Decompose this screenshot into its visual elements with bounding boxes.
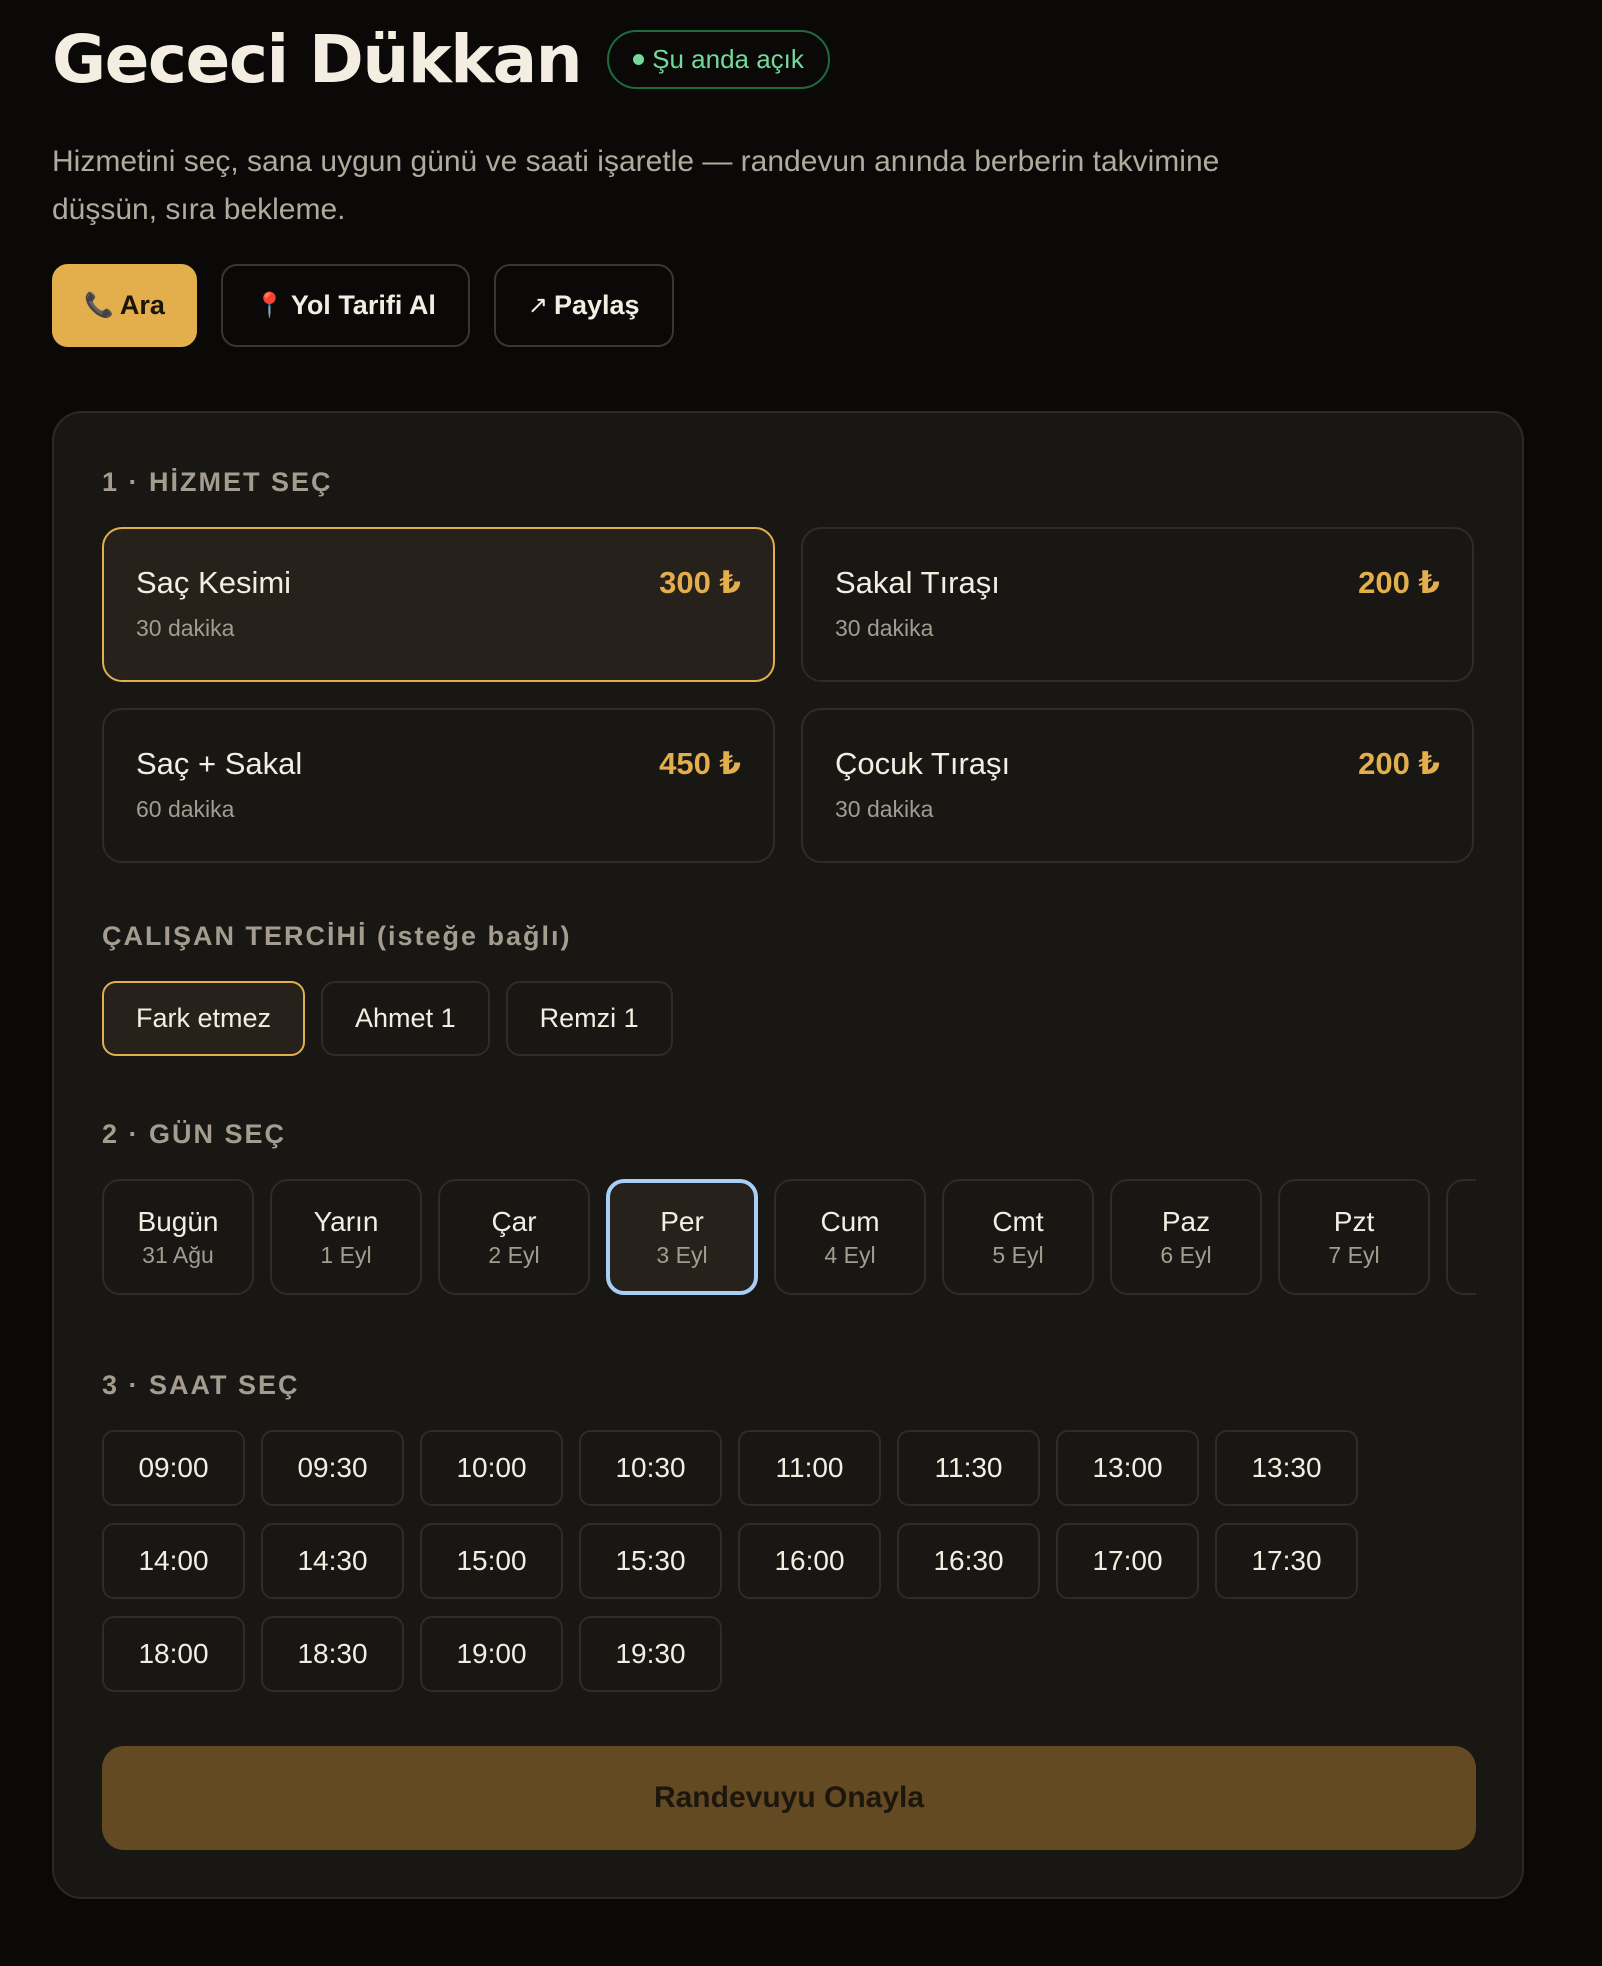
time-slot[interactable]: 16:30 bbox=[897, 1523, 1040, 1599]
service-grid: Saç Kesimi 30 dakika 300 ₺ Sakal Tıraşı … bbox=[102, 527, 1476, 863]
page-title: Gececi Dükkan bbox=[52, 20, 583, 98]
day-date: 3 Eyl bbox=[656, 1241, 708, 1268]
day-scroller[interactable]: Bugün 31 Ağu Yarın 1 Eyl Çar 2 Eyl Per 3… bbox=[102, 1179, 1476, 1299]
confirm-appointment-button[interactable]: Randevuyu Onayla bbox=[102, 1746, 1476, 1850]
page-description: Hizmetini seç, sana uygun günü ve saati … bbox=[52, 145, 1220, 226]
title-row: Gececi Dükkan Şu anda açık bbox=[52, 14, 1512, 104]
day-option-next[interactable] bbox=[1446, 1179, 1476, 1295]
service-section-label: 1 · HİZMET SEÇ bbox=[102, 467, 333, 497]
time-slot[interactable]: 13:30 bbox=[1215, 1430, 1358, 1506]
time-slot-grid: 09:00 09:30 10:00 10:30 11:00 11:30 13:0… bbox=[102, 1430, 1358, 1692]
time-slot[interactable]: 10:30 bbox=[579, 1430, 722, 1506]
time-slot[interactable]: 09:30 bbox=[261, 1430, 404, 1506]
time-slot[interactable]: 11:30 bbox=[897, 1430, 1040, 1506]
service-price: 200 ₺ bbox=[1358, 746, 1440, 781]
service-name: Saç + Sakal bbox=[136, 746, 303, 781]
day-name: Cum bbox=[820, 1205, 880, 1237]
service-price: 300 ₺ bbox=[659, 565, 741, 600]
day-date: 2 Eyl bbox=[488, 1241, 540, 1268]
day-section-label: 2 · GÜN SEÇ bbox=[102, 1119, 287, 1149]
day-date: 1 Eyl bbox=[320, 1241, 372, 1268]
action-bar: 📞 Ara 📍 Yol Tarifi Al ↗ Paylaş bbox=[52, 264, 674, 347]
service-price: 200 ₺ bbox=[1358, 565, 1440, 600]
day-option-fri[interactable]: Cum 4 Eyl bbox=[774, 1179, 926, 1295]
day-date: 7 Eyl bbox=[1328, 1241, 1380, 1268]
staff-section-label: ÇALIŞAN TERCİHİ (isteğe bağlı) bbox=[102, 921, 572, 951]
directions-button[interactable]: 📍 Yol Tarifi Al bbox=[220, 264, 470, 347]
day-date: 4 Eyl bbox=[824, 1241, 876, 1268]
share-arrow-icon: ↗ bbox=[527, 292, 548, 319]
service-duration: 30 dakika bbox=[835, 615, 934, 641]
day-name: Per bbox=[660, 1205, 704, 1237]
day-name: Pzt bbox=[1333, 1205, 1375, 1237]
time-slot[interactable]: 19:00 bbox=[420, 1616, 563, 1692]
day-option-sun[interactable]: Paz 6 Eyl bbox=[1110, 1179, 1262, 1295]
day-option-today[interactable]: Bugün 31 Ağu bbox=[102, 1179, 254, 1295]
booking-panel: 1 · HİZMET SEÇ Saç Kesimi 30 dakika 300 … bbox=[52, 411, 1524, 1899]
time-slot[interactable]: 18:30 bbox=[261, 1616, 404, 1692]
time-slot[interactable]: 17:30 bbox=[1215, 1523, 1358, 1599]
service-name: Saç Kesimi bbox=[136, 565, 292, 600]
time-slot[interactable]: 11:00 bbox=[738, 1430, 881, 1506]
time-slot[interactable]: 13:00 bbox=[1056, 1430, 1199, 1506]
time-slot[interactable]: 14:30 bbox=[261, 1523, 404, 1599]
service-price: 450 ₺ bbox=[659, 746, 741, 781]
status-badge: Şu anda açık bbox=[607, 29, 830, 89]
day-date: 31 Ağu bbox=[142, 1241, 214, 1268]
time-slot[interactable]: 10:00 bbox=[420, 1430, 563, 1506]
day-name: Cmt bbox=[992, 1205, 1044, 1237]
service-name: Sakal Tıraşı bbox=[835, 565, 1000, 600]
phone-icon: 📞 bbox=[84, 292, 114, 319]
day-option-thu[interactable]: Per 3 Eyl bbox=[606, 1179, 758, 1295]
time-slot[interactable]: 17:00 bbox=[1056, 1523, 1199, 1599]
day-name: Yarın bbox=[313, 1205, 379, 1237]
page-header: Gececi Dükkan Şu anda açık Hizmetini seç… bbox=[52, 14, 1512, 234]
service-card-sac-sakal[interactable]: Saç + Sakal 60 dakika 450 ₺ bbox=[102, 708, 775, 863]
share-button-label: Paylaş bbox=[553, 290, 640, 320]
status-badge-label: Şu anda açık bbox=[652, 43, 804, 74]
staff-options: Fark etmez Ahmet 1 Remzi 1 bbox=[102, 981, 673, 1056]
day-name: Çar bbox=[491, 1205, 537, 1237]
staff-option-any[interactable]: Fark etmez bbox=[102, 981, 306, 1056]
service-duration: 30 dakika bbox=[835, 796, 934, 822]
day-name: Paz bbox=[1161, 1205, 1211, 1237]
time-slot[interactable]: 15:30 bbox=[579, 1523, 722, 1599]
day-option-wed[interactable]: Çar 2 Eyl bbox=[438, 1179, 590, 1295]
time-slot[interactable]: 15:00 bbox=[420, 1523, 563, 1599]
service-card-sakal-tirasi[interactable]: Sakal Tıraşı 30 dakika 200 ₺ bbox=[801, 527, 1474, 682]
time-slot[interactable]: 14:00 bbox=[102, 1523, 245, 1599]
call-button[interactable]: 📞 Ara bbox=[52, 264, 197, 347]
service-duration: 60 dakika bbox=[136, 796, 235, 822]
call-button-label: Ara bbox=[119, 290, 165, 320]
day-name: Bugün bbox=[137, 1205, 219, 1237]
time-slot[interactable]: 16:00 bbox=[738, 1523, 881, 1599]
share-button[interactable]: ↗ Paylaş bbox=[493, 264, 674, 347]
time-section-label: 3 · SAAT SEÇ bbox=[102, 1370, 300, 1400]
directions-button-label: Yol Tarifi Al bbox=[290, 290, 436, 320]
time-slot[interactable]: 19:30 bbox=[579, 1616, 722, 1692]
time-slot[interactable]: 09:00 bbox=[102, 1430, 245, 1506]
day-date: 6 Eyl bbox=[1160, 1241, 1212, 1268]
time-slot[interactable]: 18:00 bbox=[102, 1616, 245, 1692]
status-dot-icon bbox=[633, 53, 645, 65]
day-option-tomorrow[interactable]: Yarın 1 Eyl bbox=[270, 1179, 422, 1295]
service-card-sac-kesimi[interactable]: Saç Kesimi 30 dakika 300 ₺ bbox=[102, 527, 775, 682]
service-card-cocuk-tirasi[interactable]: Çocuk Tıraşı 30 dakika 200 ₺ bbox=[801, 708, 1474, 863]
pin-icon: 📍 bbox=[254, 292, 285, 319]
service-name: Çocuk Tıraşı bbox=[835, 746, 1011, 781]
staff-option-ahmet[interactable]: Ahmet 1 bbox=[321, 981, 490, 1056]
day-option-sat[interactable]: Cmt 5 Eyl bbox=[942, 1179, 1094, 1295]
staff-option-remzi[interactable]: Remzi 1 bbox=[505, 981, 673, 1056]
service-duration: 30 dakika bbox=[136, 615, 235, 641]
day-date: 5 Eyl bbox=[992, 1241, 1044, 1268]
day-option-mon[interactable]: Pzt 7 Eyl bbox=[1278, 1179, 1430, 1295]
